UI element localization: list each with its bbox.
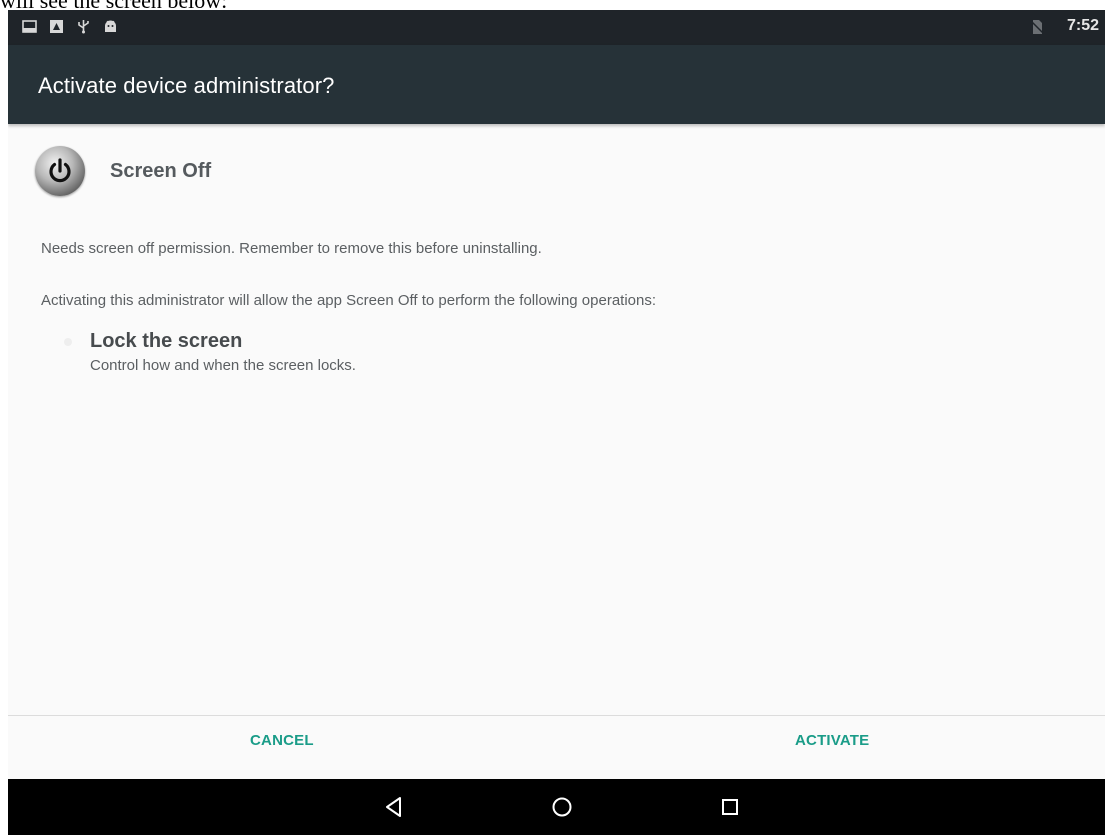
device-screen: 7:52 Activate device administrator? Scre… xyxy=(8,10,1105,835)
app-name: Screen Off xyxy=(110,159,212,182)
back-icon[interactable] xyxy=(380,793,408,821)
dialog-title: Activate device administrator? xyxy=(38,73,335,98)
usb-icon xyxy=(76,19,91,34)
cancel-button[interactable]: CANCEL xyxy=(250,732,314,749)
status-bar: 7:52 xyxy=(8,10,1105,45)
permission-subtitle: Control how and when the screen locks. xyxy=(90,357,356,374)
permission-item: Lock the screen Control how and when the… xyxy=(64,330,356,374)
permission-title: Lock the screen xyxy=(90,330,243,352)
home-icon[interactable] xyxy=(548,793,576,821)
permission-bullet-icon xyxy=(64,338,72,346)
android-icon xyxy=(103,19,118,34)
document-caption: will see the screen below: xyxy=(0,0,400,10)
screenshot-icon xyxy=(22,19,37,34)
notification-icon xyxy=(49,19,64,34)
status-left-icons xyxy=(22,19,118,34)
activation-notice: Activating this administrator will allow… xyxy=(41,292,657,309)
activate-button[interactable]: ACTIVATE xyxy=(795,732,869,749)
app-description: Needs screen off permission. Remember to… xyxy=(41,240,542,257)
recents-icon[interactable] xyxy=(716,793,744,821)
app-header: Screen Off xyxy=(35,146,211,196)
navigation-bar xyxy=(8,779,1105,835)
button-divider xyxy=(8,715,1105,716)
status-right: 7:52 xyxy=(1030,17,1099,35)
status-time: 7:52 xyxy=(1066,17,1099,34)
no-sim-icon xyxy=(1030,19,1045,34)
dialog-title-bar: Activate device administrator? xyxy=(8,45,1105,124)
power-icon xyxy=(35,146,85,196)
